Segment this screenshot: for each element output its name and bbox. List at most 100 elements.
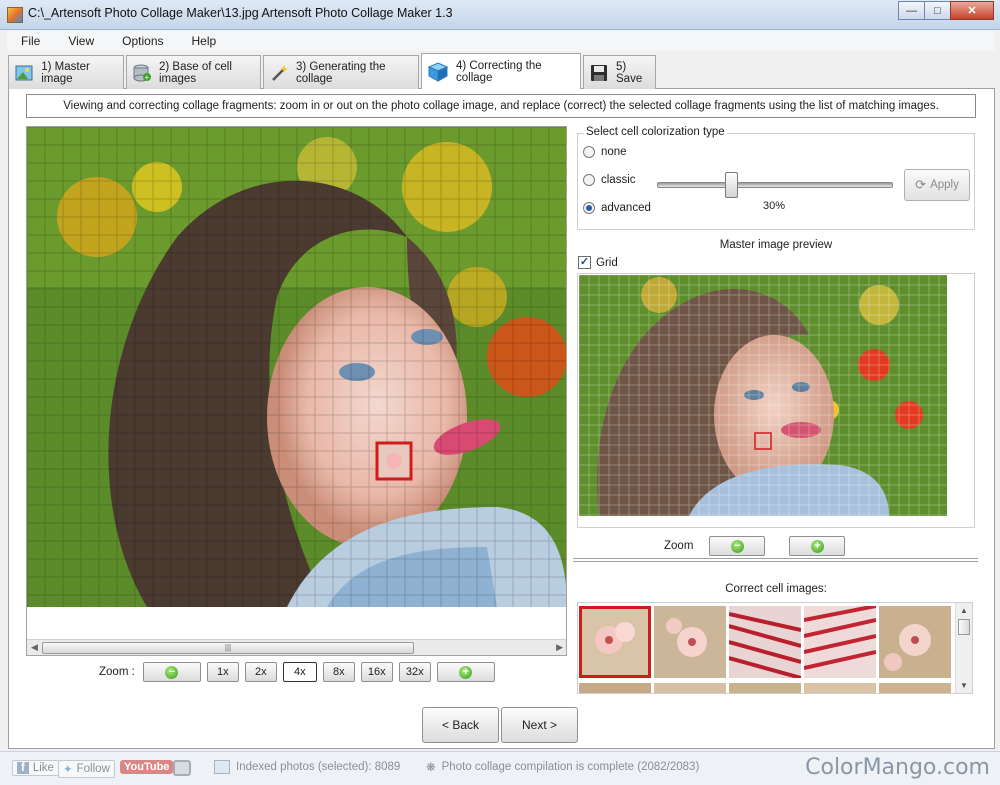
scroll-down-icon[interactable]: ▼	[960, 681, 968, 690]
colormango-watermark: ColorMango.com	[805, 755, 990, 780]
cell-image-thumbnail[interactable]	[803, 604, 877, 678]
cell-image-thumbnail[interactable]	[879, 683, 951, 693]
collage-horizontal-scrollbar[interactable]: ◀ ||| ▶	[27, 639, 566, 655]
tab-generating-the-collage[interactable]: 3) Generating the collage	[263, 55, 419, 89]
colorization-slider-thumb[interactable]	[725, 172, 738, 198]
facebook-icon: f	[17, 762, 29, 774]
master-image-preview[interactable]	[579, 275, 947, 516]
cell-image-thumbnail[interactable]	[728, 606, 802, 680]
correct-cell-images-title: Correct cell images:	[725, 583, 827, 595]
colorization-slider-track[interactable]	[657, 182, 893, 188]
menu-view[interactable]: View	[54, 31, 108, 51]
close-button[interactable]: ✕	[950, 1, 994, 20]
minus-icon: −	[730, 539, 744, 553]
minimize-button[interactable]: —	[898, 1, 925, 20]
step-tabs: 1) Master image + 2) Base of cell images…	[8, 53, 995, 89]
menu-file[interactable]: File	[7, 31, 54, 51]
zoom-in-button[interactable]: +	[436, 662, 495, 682]
indexed-photos-status: Indexed photos (selected): 8089	[214, 760, 400, 774]
cell-image-thumbnail[interactable]	[729, 683, 801, 693]
photo-stack-icon	[214, 760, 230, 774]
maximize-button[interactable]: □	[924, 1, 951, 20]
radio-button[interactable]	[583, 202, 595, 214]
zoom-8x-button[interactable]: 8x	[322, 662, 355, 682]
apply-button[interactable]: ⟳ Apply	[904, 169, 970, 201]
follow-label: Follow	[76, 763, 110, 775]
tab-content: Viewing and correcting collage fragments…	[8, 89, 995, 749]
cell-image-thumbnail[interactable]	[579, 606, 651, 678]
youtube-icon: YouTube	[120, 760, 174, 774]
status-bar: f Like ✦ Follow YouTube Indexed photos (…	[0, 751, 1000, 785]
zoom-4x-button[interactable]: 4x	[282, 662, 317, 682]
cube-icon	[428, 61, 448, 82]
info-text: Viewing and correcting collage fragments…	[26, 94, 976, 118]
svg-text:+: +	[145, 73, 150, 82]
preview-zoom-controls: Zoom − +	[664, 536, 851, 556]
camera-icon	[173, 760, 191, 776]
tab-label: 2) Base of cell images	[159, 60, 232, 85]
colorization-group-label: Select cell colorization type	[584, 126, 727, 138]
youtube-button[interactable]: YouTube	[120, 760, 174, 774]
panel-divider[interactable]	[573, 558, 978, 562]
zoom-out-button[interactable]: −	[142, 662, 201, 682]
preview-zoom-out-button[interactable]: −	[709, 536, 766, 556]
radio-button[interactable]	[583, 174, 595, 186]
radio-classic[interactable]: classic	[583, 174, 636, 186]
zoom-2x-button[interactable]: 2x	[244, 662, 277, 682]
plus-icon: +	[810, 539, 824, 553]
instagram-button[interactable]	[173, 760, 191, 776]
collage-viewer[interactable]: ◀ ||| ▶	[26, 126, 567, 656]
cell-image-thumbnail[interactable]	[579, 683, 651, 693]
plus-icon: +	[459, 665, 473, 679]
slider-value: 30%	[763, 200, 786, 212]
compilation-status: ❋ Photo collage compilation is complete …	[426, 760, 699, 774]
scroll-right-icon[interactable]: ▶	[556, 642, 563, 653]
tab-label: 3) Generating the collage	[296, 60, 386, 85]
zoom-label: Zoom :	[99, 666, 135, 678]
scroll-left-icon[interactable]: ◀	[31, 642, 38, 653]
scroll-up-icon[interactable]: ▲	[960, 606, 968, 615]
radio-button[interactable]	[583, 146, 595, 158]
zoom-16x-button[interactable]: 16x	[360, 662, 393, 682]
checkbox-checked-icon[interactable]: ✓	[578, 256, 591, 269]
next-button[interactable]: Next >	[501, 707, 578, 743]
scrollbar-thumb[interactable]	[958, 619, 970, 635]
back-button[interactable]: < Back	[422, 707, 499, 743]
tab-label: 5) Save	[616, 60, 643, 85]
tab-save[interactable]: 5) Save	[583, 55, 656, 89]
menu-options[interactable]: Options	[108, 31, 177, 51]
zoom-1x-button[interactable]: 1x	[206, 662, 239, 682]
facebook-like-button[interactable]: f Like	[12, 760, 59, 776]
radio-none[interactable]: none	[583, 146, 627, 158]
tab-correcting-the-collage[interactable]: 4) Correcting the collage	[421, 53, 581, 89]
grid-label: Grid	[596, 256, 618, 269]
preview-zoom-label: Zoom	[664, 540, 694, 552]
twitter-follow-button[interactable]: ✦ Follow	[58, 760, 115, 778]
tab-master-image[interactable]: 1) Master image	[8, 55, 124, 89]
collage-image[interactable]	[27, 127, 567, 607]
tab-base-of-cell-images[interactable]: + 2) Base of cell images	[126, 55, 261, 89]
title-bar: C:\_Artensoft Photo Collage Maker\13.jpg…	[0, 0, 1000, 30]
scrollbar-thumb[interactable]: |||	[42, 642, 414, 654]
zoom-32x-button[interactable]: 32x	[398, 662, 431, 682]
thumbnails-vertical-scrollbar[interactable]: ▲ ▼	[955, 603, 972, 693]
menu-help[interactable]: Help	[178, 31, 231, 51]
cell-image-thumbnail[interactable]	[654, 606, 726, 678]
cell-image-thumbnail[interactable]	[654, 683, 726, 693]
database-add-icon: +	[133, 64, 151, 82]
app-icon	[7, 7, 23, 23]
refresh-icon: ⟳	[915, 177, 927, 192]
window-controls: — □ ✕	[898, 1, 994, 20]
radio-label: classic	[601, 174, 636, 186]
minus-icon: −	[165, 665, 179, 679]
correct-cell-images-list[interactable]: ▲ ▼	[577, 602, 973, 694]
cell-image-thumbnail[interactable]	[879, 606, 951, 678]
indexed-photos-text: Indexed photos (selected): 8089	[236, 761, 401, 773]
radio-label: advanced	[601, 202, 651, 214]
preview-zoom-in-button[interactable]: +	[789, 536, 846, 556]
cell-image-thumbnail[interactable]	[804, 683, 876, 693]
grid-checkbox[interactable]: ✓ Grid	[578, 256, 618, 269]
radio-advanced[interactable]: advanced	[583, 202, 651, 214]
compilation-text: Photo collage compilation is complete (2…	[441, 761, 700, 773]
radio-label: none	[601, 146, 627, 158]
